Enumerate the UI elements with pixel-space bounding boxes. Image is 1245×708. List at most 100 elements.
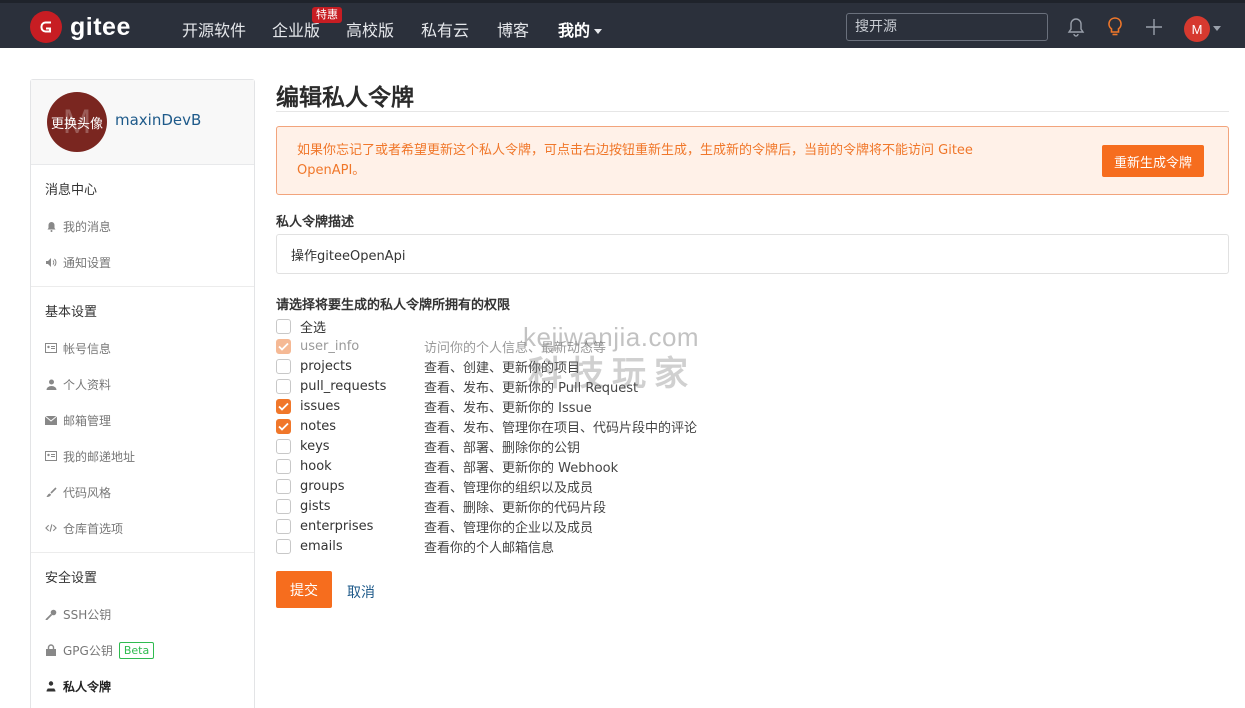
permission-checkbox-keys[interactable]	[276, 438, 291, 454]
lightbulb-icon[interactable]	[1103, 15, 1127, 39]
permission-name: hook	[300, 458, 332, 474]
user-avatar[interactable]: M	[1184, 16, 1210, 42]
hot-badge: 特惠	[312, 7, 342, 23]
sidebar-item-ssh-keys[interactable]: SSH公钥	[31, 596, 254, 632]
sidebar-item-label: 帐号信息	[63, 341, 112, 356]
sidebar-item-label: 个人资料	[63, 377, 112, 392]
sidebar-item-label: 我的邮递地址	[63, 449, 136, 464]
nav-private-cloud[interactable]: 私有云	[421, 17, 469, 41]
permission-checkbox-projects[interactable]	[276, 358, 291, 374]
permission-description: 查看、发布、更新你的 Issue	[424, 400, 592, 416]
select-all-row: 全选	[276, 316, 326, 336]
nav-blog[interactable]: 博客	[497, 17, 529, 41]
key-icon	[45, 608, 57, 620]
sidebar-item-repo-preferences[interactable]: 仓库首选项	[31, 510, 254, 546]
plus-icon[interactable]	[1142, 15, 1166, 39]
id-card-icon	[45, 342, 57, 354]
sidebar-item-code-style[interactable]: 代码风格	[31, 474, 254, 510]
permission-checkbox-issues[interactable]	[276, 398, 291, 414]
nav-mine-label: 我的	[558, 21, 591, 40]
bell-icon[interactable]	[1064, 15, 1088, 39]
token-description-input[interactable]	[276, 234, 1229, 274]
sidebar-item-private-tokens[interactable]: 私人令牌	[31, 668, 254, 704]
permission-name: issues	[300, 398, 341, 414]
cancel-link[interactable]: 取消	[347, 582, 375, 602]
permission-name: projects	[300, 358, 352, 374]
sidebar-item-my-messages[interactable]: 我的消息	[31, 208, 254, 244]
search-input[interactable]	[846, 13, 1048, 41]
permission-checkbox-enterprises[interactable]	[276, 518, 291, 534]
permission-checkbox-hook[interactable]	[276, 458, 291, 474]
username-link[interactable]: maxinDevB	[115, 111, 201, 129]
gitee-logo[interactable]: gitee	[30, 10, 131, 44]
permission-description: 查看、发布、管理你在项目、代码片段中的评论	[424, 420, 698, 436]
token-description-label: 私人令牌描述	[276, 215, 355, 230]
sidebar-section-messages: 消息中心 我的消息 通知设置	[31, 165, 254, 287]
brush-icon	[45, 486, 57, 498]
change-avatar-label[interactable]: 更换头像	[51, 113, 103, 132]
speaker-icon	[45, 256, 57, 268]
lock-icon	[45, 644, 57, 656]
permission-row: keys 查看、部署、删除你的公钥	[276, 436, 580, 456]
regenerate-token-button[interactable]: 重新生成令牌	[1101, 145, 1204, 177]
permission-checkbox-groups[interactable]	[276, 478, 291, 494]
permission-name: emails	[300, 538, 343, 554]
sidebar-item-notification-settings[interactable]: 通知设置	[31, 244, 254, 280]
permission-name: gists	[300, 498, 331, 514]
permission-row: pull_requests 查看、发布、更新你的 Pull Request	[276, 376, 638, 396]
permission-name: enterprises	[300, 518, 374, 534]
sidebar-item-label: 我的消息	[63, 219, 112, 234]
submit-button[interactable]: 提交	[276, 571, 332, 608]
profile-card: M 更换头像 maxinDevB	[31, 80, 254, 165]
sidebar-section-title: 基本设置	[45, 305, 98, 320]
select-all-checkbox[interactable]	[276, 318, 291, 334]
brand-name: gitee	[70, 12, 131, 41]
top-navbar: gitee 开源软件 企业版 特惠 高校版 私有云 博客 我的 M	[0, 0, 1245, 48]
id-card-icon	[45, 450, 57, 462]
sidebar-item-label: SSH公钥	[63, 607, 112, 622]
gitee-logo-icon	[30, 11, 62, 43]
nav-open-source[interactable]: 开源软件	[182, 17, 246, 41]
permission-row: groups 查看、管理你的组织以及成员	[276, 476, 593, 496]
avatar-chevron-down-icon[interactable]	[1213, 26, 1221, 31]
sidebar-item-label: 代码风格	[63, 485, 112, 500]
watermark-text: 科技玩家	[528, 354, 696, 394]
sidebar-item-profile[interactable]: 个人资料	[31, 366, 254, 402]
bell-icon	[45, 220, 57, 232]
permission-checkbox-gists[interactable]	[276, 498, 291, 514]
sidebar-item-label: 通知设置	[63, 255, 112, 270]
sidebar-item-email-management[interactable]: 邮箱管理	[31, 402, 254, 438]
chevron-down-icon	[594, 29, 603, 34]
permission-name: keys	[300, 438, 330, 454]
permission-name: pull_requests	[300, 378, 387, 394]
sidebar-item-gpg-keys[interactable]: GPG公钥 Beta	[31, 632, 254, 668]
nav-university[interactable]: 高校版	[346, 17, 394, 41]
profile-avatar[interactable]: M 更换头像	[47, 92, 107, 152]
permission-row: notes 查看、发布、管理你在项目、代码片段中的评论	[276, 416, 697, 436]
permissions-label: 请选择将要生成的私人令牌所拥有的权限	[276, 298, 511, 313]
sidebar-section-title: 安全设置	[45, 571, 98, 586]
beta-badge: Beta	[118, 641, 155, 659]
permission-checkbox-notes[interactable]	[276, 418, 291, 434]
user-icon	[45, 378, 57, 390]
settings-sidebar: M 更换头像 maxinDevB 消息中心 我的消息 通知设置 基本设置 帐号信…	[30, 79, 255, 708]
sidebar-item-account-info[interactable]: 帐号信息	[31, 330, 254, 366]
sidebar-section-basic: 基本设置 帐号信息 个人资料 邮箱管理 我的邮递地址 代码风格 仓库首选项	[31, 287, 254, 553]
permission-row: projects 查看、创建、更新你的项目	[276, 356, 580, 376]
divider	[276, 111, 1229, 112]
permission-description: 查看、部署、删除你的公钥	[424, 440, 581, 456]
sidebar-section-security: 安全设置 SSH公钥 GPG公钥 Beta 私人令牌	[31, 553, 254, 708]
sidebar-section-title: 消息中心	[45, 183, 98, 198]
permission-checkbox-emails[interactable]	[276, 538, 291, 554]
permission-checkbox-user-info	[276, 338, 291, 354]
permission-description: 查看、管理你的企业以及成员	[424, 520, 594, 536]
regenerate-warning-box: 如果你忘记了或者希望更新这个私人令牌，可点击右边按钮重新生成，生成新的令牌后，当…	[276, 126, 1229, 195]
permission-description: 查看、部署、更新你的 Webhook	[424, 460, 619, 476]
nav-mine[interactable]: 我的	[558, 17, 603, 41]
sidebar-item-postal-address[interactable]: 我的邮递地址	[31, 438, 254, 474]
permission-checkbox-pull-requests[interactable]	[276, 378, 291, 394]
permission-row: hook 查看、部署、更新你的 Webhook	[276, 456, 618, 476]
permission-row: emails 查看你的个人邮箱信息	[276, 536, 554, 556]
permission-row: user_info 访问你的个人信息、最新动态等	[276, 336, 606, 356]
permission-row: issues 查看、发布、更新你的 Issue	[276, 396, 592, 416]
